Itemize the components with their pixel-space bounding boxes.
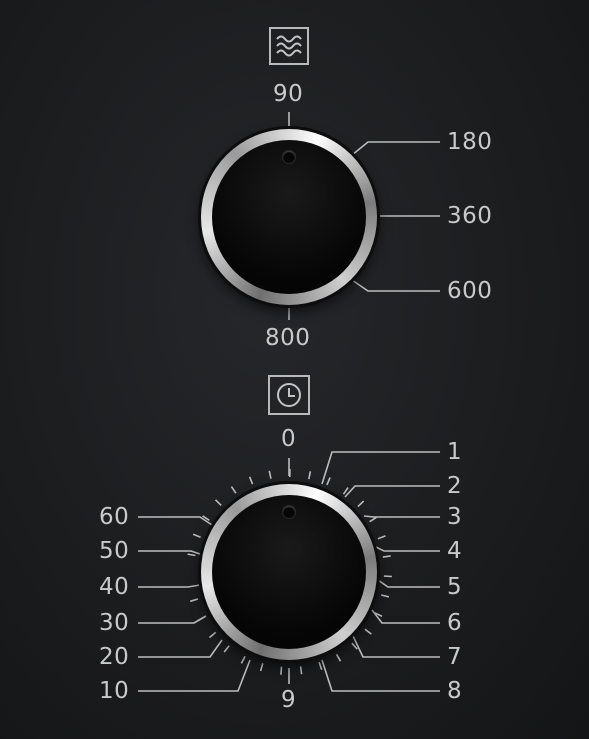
timer-leader-line bbox=[371, 609, 440, 624]
timer-leader-line bbox=[138, 584, 201, 588]
timer-tick bbox=[230, 486, 237, 494]
timer-tick bbox=[369, 516, 377, 523]
timer-tick bbox=[192, 533, 201, 538]
timer-label-right: 2 bbox=[447, 473, 463, 499]
power-label-right: 360 bbox=[447, 203, 493, 229]
timer-leader-line bbox=[138, 639, 223, 658]
power-label-top: 90 bbox=[273, 81, 304, 107]
timer-leader-line bbox=[352, 635, 440, 658]
timer-label-right: 6 bbox=[447, 610, 463, 636]
timer-leader-line bbox=[363, 515, 440, 518]
timer-label-right: 8 bbox=[447, 678, 463, 704]
timer-label-left: 40 bbox=[99, 574, 130, 600]
power-label-bottom: 800 bbox=[265, 325, 311, 351]
timer-label-left: 10 bbox=[99, 678, 130, 704]
timer-label-left: 50 bbox=[99, 538, 130, 564]
timer-tick bbox=[364, 628, 372, 635]
timer-label-right: 1 bbox=[447, 439, 463, 465]
timer-tick bbox=[318, 661, 323, 670]
timer-label-right: 7 bbox=[447, 644, 463, 670]
timer-tick bbox=[268, 470, 272, 479]
power-label-upper-right: 180 bbox=[447, 129, 493, 155]
timer-tick bbox=[259, 663, 264, 672]
timer-leader-line bbox=[344, 485, 440, 498]
timer-knob-indicator bbox=[283, 506, 295, 518]
timer-tick bbox=[382, 555, 391, 558]
timer-label-right: 3 bbox=[447, 504, 463, 530]
timer-leader-line bbox=[377, 579, 440, 588]
timer-tick bbox=[357, 500, 365, 508]
timer-leader-line bbox=[321, 451, 440, 485]
timer-tick bbox=[187, 553, 196, 557]
timer-tick bbox=[208, 631, 217, 639]
power-knob[interactable] bbox=[212, 140, 366, 294]
timer-label-left: 60 bbox=[99, 504, 130, 530]
power-knob-indicator bbox=[283, 151, 295, 163]
timer-tick bbox=[189, 598, 199, 603]
timer-label-right: 4 bbox=[447, 538, 463, 564]
timer-tick bbox=[214, 499, 222, 506]
timer-tick bbox=[308, 471, 312, 480]
timer-tick bbox=[248, 476, 254, 485]
timer-icon-box bbox=[268, 375, 310, 415]
timer-knob[interactable] bbox=[212, 495, 366, 649]
microwave-waves-icon bbox=[276, 35, 302, 57]
timer-tick bbox=[326, 477, 331, 486]
microwave-power-icon bbox=[269, 27, 309, 65]
timer-label-top: 0 bbox=[281, 426, 297, 452]
timer-tick bbox=[223, 645, 230, 653]
timer-leader-line bbox=[138, 516, 213, 526]
control-panel: 90 180 360 600 800 0 9 1 2 3 4 5 6 7 8 60 50 40 30… bbox=[0, 0, 589, 739]
timer-leader-line bbox=[138, 659, 251, 692]
timer-tick bbox=[240, 655, 246, 664]
timer-leader-line bbox=[138, 615, 207, 624]
timer-tick bbox=[299, 666, 303, 675]
timer-tick bbox=[335, 653, 342, 662]
timer-label-bottom: 9 bbox=[281, 687, 297, 713]
timer-label-left: 20 bbox=[99, 644, 130, 670]
timer-leader-line bbox=[321, 659, 440, 692]
clock-icon bbox=[277, 383, 301, 407]
timer-tick bbox=[377, 535, 386, 540]
timer-leader-line bbox=[373, 545, 440, 552]
power-label-lower-right: 600 bbox=[447, 278, 493, 304]
timer-tick bbox=[381, 594, 390, 598]
timer-label-right: 5 bbox=[447, 574, 463, 600]
timer-tick bbox=[280, 666, 283, 675]
timer-label-left: 30 bbox=[99, 610, 130, 636]
